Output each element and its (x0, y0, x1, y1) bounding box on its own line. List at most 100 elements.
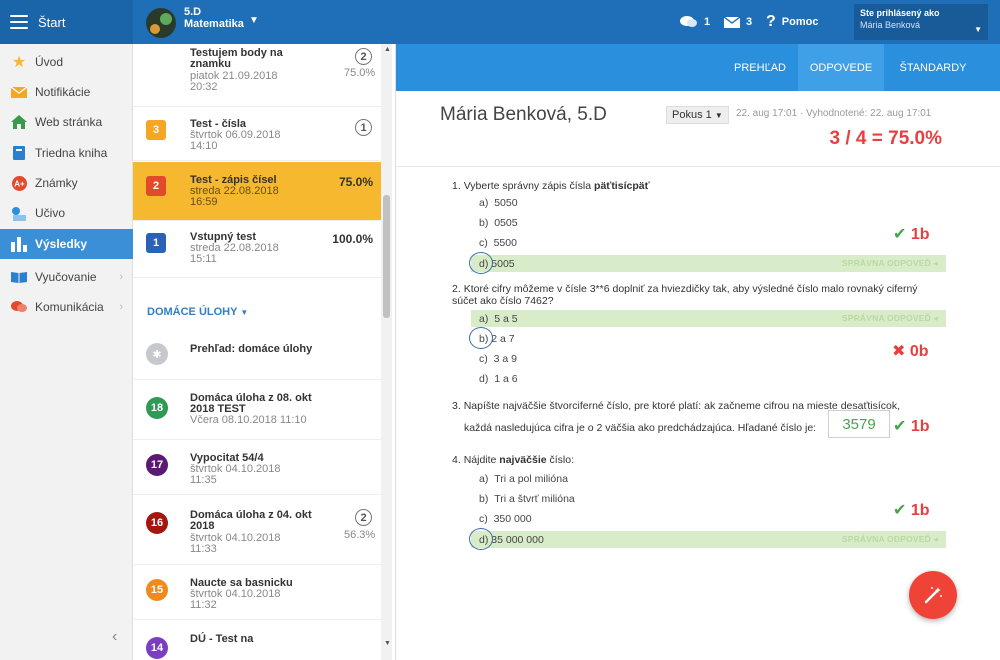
lesson-icon (11, 205, 27, 221)
q3-answer-field: 3579 (828, 410, 890, 438)
star-icon: ★ (11, 54, 27, 71)
chat-icon (11, 299, 27, 315)
selected-answer-marker (469, 327, 493, 349)
scroll-up-icon[interactable]: ▲ (384, 46, 391, 53)
sidebar-item-vyucovanie[interactable]: Vyučovanie › (0, 262, 133, 292)
svg-text:A+: A+ (14, 179, 25, 188)
sidebar-item-znamky[interactable]: A+ Známky (0, 168, 133, 198)
list-scrollbar[interactable] (381, 44, 392, 660)
bar-chart-icon (11, 236, 27, 252)
check-icon: ✔ (893, 502, 907, 519)
tab-odpovede[interactable]: ODPOVEDE (798, 44, 884, 91)
q4-points: ✔ 1b (893, 502, 930, 519)
help-button[interactable]: ? Pomoc (766, 0, 818, 44)
homework-title: Domáca úloha z 04. okt 2018 (190, 509, 312, 532)
mail-button[interactable]: 3 (724, 0, 752, 44)
q1-option-d: d) 5005 SPRÁVNA ODPOVEĎ ◂ (469, 252, 946, 274)
envelope-icon (11, 84, 27, 100)
sidebar-item-uvod[interactable]: ★ Úvod (0, 47, 133, 77)
student-heading: Mária Benková, 5.D (440, 104, 607, 125)
grade-icon: A+ (11, 175, 27, 191)
caret-down-icon: ▼ (714, 111, 723, 120)
sidebar-item-label: Známky (35, 176, 78, 190)
homework-item[interactable]: 16 Domáca úloha z 04. okt 2018 štvrtok 0… (133, 495, 381, 565)
selected-answer-marker (469, 252, 493, 274)
sidebar-item-notifikacie[interactable]: Notifikácie (0, 77, 133, 107)
test-item[interactable]: 1 Vstupný test streda 22.08.2018 15:11 1… (133, 221, 381, 278)
mail-count: 3 (746, 16, 753, 28)
home-icon (11, 114, 27, 130)
start-button[interactable]: Štart (0, 0, 133, 44)
homework-item[interactable]: 17 Vypocitat 54/4 štvrtok 04.10.2018 11:… (133, 440, 381, 495)
magic-wand-button[interactable] (909, 571, 957, 619)
homework-number-badge: 14 (146, 637, 168, 659)
class-avatar[interactable] (146, 8, 176, 38)
help-label: Pomoc (781, 16, 819, 28)
tab-prehlad[interactable]: PREHĽAD (724, 44, 796, 91)
class-selector[interactable]: 5.D Matematika (184, 6, 244, 30)
assessment-list: 4 Testujem body na znamku piatok 21.09.2… (133, 44, 396, 660)
scroll-down-icon[interactable]: ▼ (384, 640, 391, 647)
q4-option-c: c) 350 000 (479, 512, 532, 525)
homework-item[interactable]: 15 Naucte sa basnicku štvrtok 04.10.2018… (133, 565, 381, 620)
list-scroll-thumb[interactable] (383, 195, 390, 318)
homework-item[interactable]: 18 Domáca úloha z 08. okt 2018 TEST Včer… (133, 380, 381, 440)
start-label: Štart (38, 14, 66, 30)
homework-section-header[interactable]: DOMÁCE ÚLOHY ▼ (147, 306, 248, 318)
homework-time: 11:32 (190, 599, 217, 611)
selected-answer-marker (469, 528, 493, 550)
user-caret-icon[interactable]: ▼ (974, 24, 982, 36)
sidebar: ★ Úvod Notifikácie Web stránka Triedna k… (0, 44, 133, 660)
homework-title: DÚ - Test na (190, 633, 254, 645)
q1-option-a: a) 5050 (479, 196, 518, 209)
q2-points: ✖ 0b (892, 343, 929, 360)
sidebar-item-web-stranka[interactable]: Web stránka (0, 107, 133, 137)
results-tabs: PREHĽAD ODPOVEDE ŠTANDARDY (396, 44, 1000, 91)
test-percent: 75.0% (344, 67, 376, 79)
class-caret-icon[interactable]: ▼ (249, 15, 259, 26)
test-time: 16:59 (190, 196, 218, 208)
question-1-text: 1. Vyberte správny zápis čísla päťtisícp… (452, 180, 650, 192)
results-panel: PREHĽAD ODPOVEDE ŠTANDARDY Mária Benková… (396, 44, 1000, 660)
sidebar-item-label: Notifikácie (35, 85, 91, 99)
chevron-right-icon: › (119, 301, 123, 313)
top-bar: Štart 5.D Matematika ▼ 1 3 ? Pomoc Ste p… (0, 0, 1000, 44)
cross-icon: ✖ (892, 343, 906, 360)
sidebar-item-triedna-kniha[interactable]: Triedna kniha (0, 138, 133, 168)
chat-bubbles-icon (680, 16, 697, 27)
test-item-selected[interactable]: 2 Test - zápis čísel streda 22.08.2018 1… (133, 162, 381, 221)
homework-date: Včera 08.10.2018 11:10 (190, 414, 307, 426)
sidebar-item-label: Učivo (35, 206, 66, 220)
test-item[interactable]: 3 Test - čísla štvrtok 06.09.2018 14:10 … (133, 107, 381, 161)
homework-overview-item[interactable]: ✱ Prehľad: domáce úlohy (133, 328, 381, 380)
sidebar-item-ucivo[interactable]: Učivo (0, 198, 133, 228)
mail-icon (724, 16, 740, 28)
chat-button[interactable]: 1 (680, 0, 710, 44)
question-2-text: 2. Ktoré cifry môžeme v čísle 3**6 dopln… (452, 283, 918, 307)
attempt-count-badge: 2 (355, 48, 372, 65)
homework-percent: 56.3% (344, 529, 376, 541)
test-time: 15:11 (190, 253, 217, 265)
collapse-sidebar-icon[interactable]: ‹ (112, 628, 117, 646)
book-icon (11, 145, 27, 161)
homework-number-badge: 15 (146, 579, 168, 601)
sidebar-item-label: Komunikácia (35, 300, 104, 314)
magic-wand-icon (924, 587, 942, 604)
tab-standardy[interactable]: ŠTANDARDY (888, 44, 978, 91)
subject-name: Matematika (184, 18, 244, 30)
test-time: 14:10 (190, 140, 218, 152)
attempt-select[interactable]: Pokus 1 ▼ (666, 106, 729, 124)
check-icon: ✔ (893, 226, 907, 243)
divider (396, 166, 1000, 167)
sidebar-item-vysledky[interactable]: Výsledky (0, 229, 133, 259)
test-item[interactable]: 4 Testujem body na znamku piatok 21.09.2… (133, 44, 381, 107)
class-name: 5.D (184, 6, 202, 18)
homework-item[interactable]: 14 DÚ - Test na (133, 620, 381, 660)
hamburger-icon[interactable] (10, 15, 28, 29)
homework-number-badge: 18 (146, 397, 168, 419)
user-menu[interactable]: Ste prihlásený ako Mária Benková ▼ (854, 4, 988, 40)
q2-option-a: a) 5 a 5 SPRÁVNA ODPOVEĎ ◂ (471, 310, 946, 327)
sidebar-item-komunikacia[interactable]: Komunikácia › (0, 292, 133, 322)
q1-option-b: b) 0505 (479, 216, 518, 229)
attempt-meta: 22. aug 17:01 · Vyhodnotené: 22. aug 17:… (736, 108, 932, 119)
